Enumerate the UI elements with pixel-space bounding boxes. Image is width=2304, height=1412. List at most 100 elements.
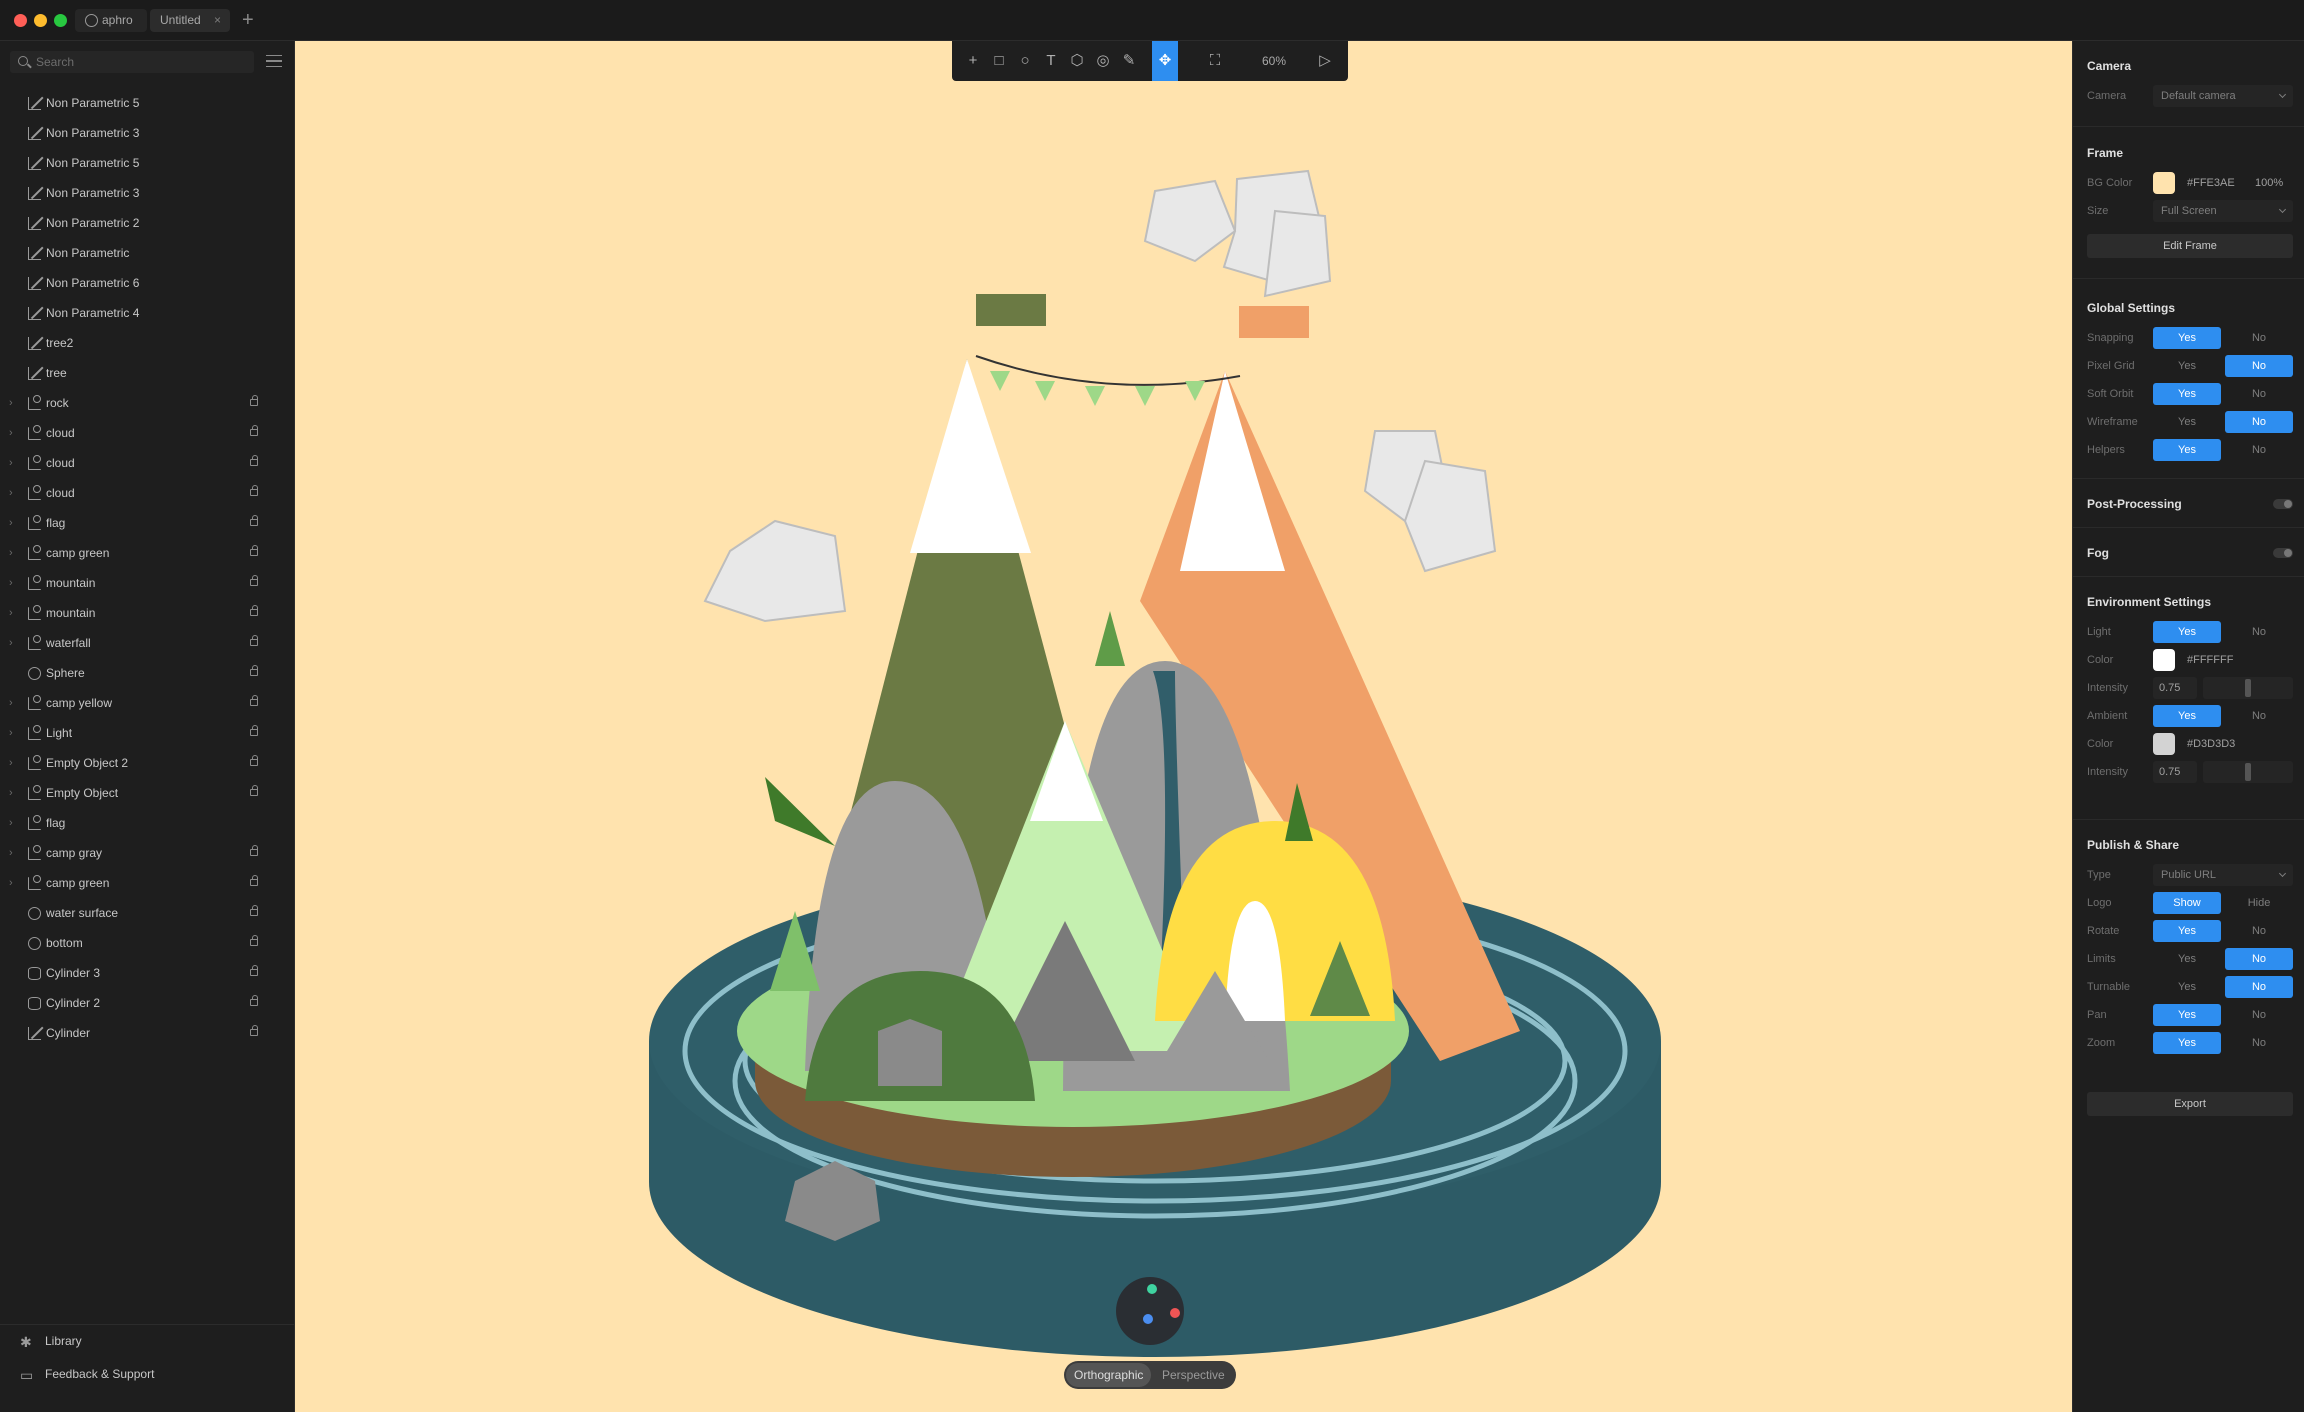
layer-row[interactable]: Non Parametric 6 [0,268,295,298]
lock-icon[interactable] [250,485,258,496]
library-link[interactable]: ✱ Library [0,1325,295,1358]
no-option[interactable]: No [2225,976,2293,998]
layer-row[interactable]: › cloud [0,448,295,478]
layer-row[interactable]: › cloud [0,478,295,508]
chevron-right-icon[interactable]: › [9,508,13,538]
document-tab[interactable]: Untitled × [150,9,230,32]
size-select[interactable]: Full Screen [2153,200,2293,222]
light-yes[interactable]: Yes [2153,621,2221,643]
light-color-swatch[interactable] [2153,649,2175,671]
camera-select[interactable]: Default camera [2153,85,2293,107]
tree-top-left[interactable] [765,777,835,846]
circle-icon[interactable]: ○ [1016,51,1034,71]
layer-row[interactable]: › camp gray [0,838,295,868]
lock-icon[interactable] [250,635,258,646]
chevron-right-icon[interactable]: › [9,748,13,778]
layer-row[interactable]: › camp yellow [0,688,295,718]
move-icon[interactable]: ✥ [1152,41,1178,81]
logo-hide[interactable]: Hide [2225,892,2293,914]
yes-option[interactable]: Yes [2153,439,2221,461]
layer-row[interactable]: › rock [0,388,295,418]
light-color-hex[interactable]: #FFFFFF [2187,649,2233,671]
lock-icon[interactable] [250,785,258,796]
slider-knob[interactable] [2245,679,2251,697]
green-flag[interactable] [976,294,1046,326]
chevron-right-icon[interactable]: › [9,688,13,718]
layer-row[interactable]: › camp green [0,538,295,568]
viewport-canvas[interactable]: 60% + □ ○ T ⬡ ◎ ✎ ✥ ⛶ ▷ Orthographic Perspective [295,41,2072,1412]
fog-toggle[interactable] [2273,548,2293,558]
layer-row[interactable]: Non Parametric 3 [0,118,295,148]
search-input[interactable]: Search [10,51,254,73]
chevron-right-icon[interactable]: › [9,778,13,808]
lock-icon[interactable] [250,665,258,676]
cloud-right[interactable] [1363,430,1497,573]
lock-icon[interactable] [250,995,258,1006]
feedback-link[interactable]: ▭ Feedback & Support [0,1358,295,1391]
export-button[interactable]: Export [2087,1092,2293,1116]
layer-row[interactable]: bottom [0,928,295,958]
cloud-left[interactable] [703,519,847,623]
yes-option[interactable]: Yes [2153,948,2221,970]
no-option[interactable]: No [2225,920,2293,942]
plus-icon[interactable]: + [964,51,982,71]
lock-icon[interactable] [250,395,258,406]
type-select[interactable]: Public URL [2153,864,2293,886]
chevron-right-icon[interactable]: › [9,448,13,478]
polyhedron-icon[interactable]: ⬡ [1068,51,1086,71]
rectangle-icon[interactable]: □ [990,51,1008,71]
yes-option[interactable]: Yes [2153,976,2221,998]
lock-icon[interactable] [250,695,258,706]
yes-option[interactable]: Yes [2153,1004,2221,1026]
app-tab[interactable]: aphro [75,9,147,32]
lock-icon[interactable] [250,725,258,736]
close-window-button[interactable] [14,14,27,27]
yes-option[interactable]: Yes [2153,920,2221,942]
chevron-right-icon[interactable]: › [9,808,13,838]
text-icon[interactable]: T [1042,51,1060,71]
ambient-yes[interactable]: Yes [2153,705,2221,727]
lock-icon[interactable] [250,845,258,856]
lock-icon[interactable] [250,515,258,526]
bg-color-hex[interactable]: #FFE3AE [2187,172,2235,194]
no-option[interactable]: No [2225,948,2293,970]
ambient-intensity-input[interactable]: 0.75 [2153,761,2197,783]
lock-icon[interactable] [250,965,258,976]
layer-row[interactable]: › waterfall [0,628,295,658]
layer-row[interactable]: Non Parametric [0,238,295,268]
lock-icon[interactable] [250,455,258,466]
chevron-right-icon[interactable]: › [9,478,13,508]
layer-row[interactable]: tree2 [0,328,295,358]
pen-icon[interactable]: ✎ [1120,51,1138,71]
light-no[interactable]: No [2225,621,2293,643]
layer-row[interactable]: › Light [0,718,295,748]
cloud-top[interactable] [1143,169,1332,298]
layer-row[interactable]: › mountain [0,598,295,628]
layer-row[interactable]: Non Parametric 5 [0,148,295,178]
lock-icon[interactable] [250,935,258,946]
hamburger-menu-icon[interactable] [266,55,282,67]
layer-row[interactable]: tree [0,358,295,388]
layer-row[interactable]: Sphere [0,658,295,688]
lock-icon[interactable] [250,905,258,916]
sphere-icon[interactable]: ◎ [1094,51,1112,71]
bg-color-swatch[interactable] [2153,172,2175,194]
layer-row[interactable]: Non Parametric 3 [0,178,295,208]
light-intensity-input[interactable]: 0.75 [2153,677,2197,699]
lock-icon[interactable] [250,755,258,766]
bg-color-opacity[interactable]: 100% [2255,172,2283,194]
yes-option[interactable]: Yes [2153,1032,2221,1054]
post-processing-toggle[interactable] [2273,499,2293,509]
close-tab-icon[interactable]: × [214,9,221,32]
yes-option[interactable]: Yes [2153,411,2221,433]
ambient-no[interactable]: No [2225,705,2293,727]
lock-icon[interactable] [250,605,258,616]
lock-icon[interactable] [250,575,258,586]
edit-frame-button[interactable]: Edit Frame [2087,234,2293,258]
layer-row[interactable]: Cylinder 2 [0,988,295,1018]
no-option[interactable]: No [2225,411,2293,433]
layer-row[interactable]: › flag [0,808,295,838]
tree-mid[interactable] [1095,611,1125,666]
lock-icon[interactable] [250,1025,258,1036]
no-option[interactable]: No [2225,1004,2293,1026]
